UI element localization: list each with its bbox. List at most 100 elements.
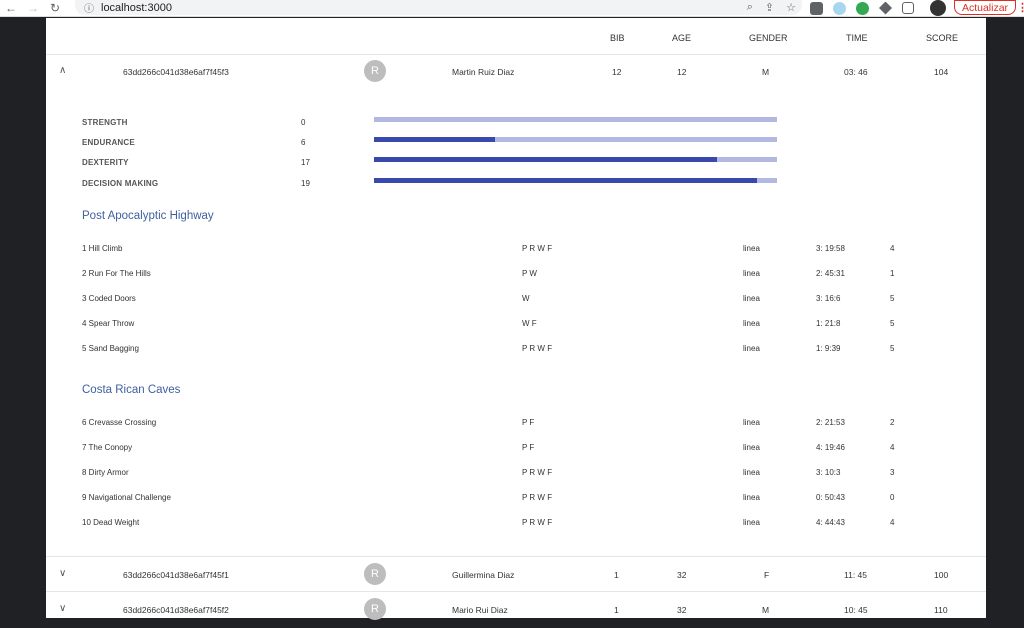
- participant-age: 12: [677, 67, 687, 77]
- task-type: linea: [743, 518, 760, 527]
- participant-time: 10: 45: [844, 605, 868, 615]
- task-name: 2 Run For The Hills: [82, 269, 151, 278]
- address-bar[interactable]: ⓘ localhost:3000 ⌕ ⇪ ☆: [75, 0, 802, 15]
- task-score: 2: [890, 418, 895, 427]
- side-panel-icon[interactable]: [902, 2, 914, 14]
- puzzle-icon[interactable]: [879, 1, 892, 15]
- share-icon[interactable]: ⇪: [765, 1, 774, 14]
- task-row: 4 Spear Throw W F linea 1: 21:8 5: [46, 319, 986, 333]
- back-icon[interactable]: ←: [0, 0, 22, 16]
- participant-name: Martin Ruiz Diaz: [452, 67, 515, 77]
- header-age[interactable]: AGE: [672, 33, 691, 43]
- task-score: 1: [890, 269, 895, 278]
- header-gender[interactable]: GENDER: [749, 33, 788, 43]
- section-title: Costa Rican Caves: [82, 384, 181, 396]
- task-flags: W F: [522, 319, 537, 328]
- table-row-expanded[interactable]: ∧ 63dd266c041d38e6af7f45f3 R Martin Ruiz…: [46, 54, 986, 90]
- task-time: 1: 21:8: [816, 319, 841, 328]
- chevron-down-icon[interactable]: ∨: [59, 569, 69, 579]
- task-time: 3: 19:58: [816, 244, 845, 253]
- task-name: 6 Crevasse Crossing: [82, 418, 157, 427]
- update-button[interactable]: Actualizar: [954, 0, 1016, 15]
- participant-gender: M: [762, 67, 770, 77]
- profile-avatar[interactable]: [930, 0, 946, 16]
- task-name: 3 Coded Doors: [82, 294, 136, 303]
- task-type: linea: [743, 269, 760, 278]
- task-flags: W: [522, 294, 530, 303]
- participant-id: 63dd266c041d38e6af7f45f1: [123, 570, 229, 580]
- header-bib[interactable]: BIB: [610, 33, 625, 43]
- participant-name: Guillermina Diaz: [452, 570, 515, 580]
- task-flags: P R W F: [522, 344, 553, 353]
- participant-score: 104: [934, 67, 949, 77]
- extension-icon[interactable]: [833, 1, 846, 15]
- task-name: 5 Sand Bagging: [82, 344, 139, 353]
- stat-value: 19: [301, 179, 310, 188]
- zoom-icon[interactable]: ⌕: [747, 1, 753, 14]
- star-icon[interactable]: ☆: [786, 1, 796, 14]
- task-row: 2 Run For The Hills P W linea 2: 45:31 1: [46, 269, 986, 283]
- header-score[interactable]: SCORE: [926, 33, 958, 43]
- task-name: 1 Hill Climb: [82, 244, 123, 253]
- task-time: 2: 45:31: [816, 269, 845, 278]
- task-score: 5: [890, 344, 895, 353]
- results-panel: BIB AGE GENDER TIME SCORE ∧ 63dd266c041d…: [46, 18, 986, 620]
- menu-icon[interactable]: ⋮: [1017, 1, 1024, 14]
- participant-bib: 1: [614, 605, 619, 615]
- task-score: 4: [890, 518, 895, 527]
- forward-icon[interactable]: →: [22, 0, 44, 16]
- task-time: 0: 50:43: [816, 493, 845, 502]
- task-row: 10 Dead Weight P R W F linea 4: 44:43 4: [46, 518, 986, 532]
- task-row: 9 Navigational Challenge P R W F linea 0…: [46, 493, 986, 507]
- participant-id: 63dd266c041d38e6af7f45f2: [123, 605, 229, 615]
- chevron-up-icon[interactable]: ∧: [59, 66, 69, 76]
- chevron-down-icon[interactable]: ∨: [59, 604, 69, 614]
- reload-icon[interactable]: ↻: [44, 0, 66, 16]
- stat-label: DEXTERITY: [82, 158, 129, 167]
- task-flags: P R W F: [522, 518, 553, 527]
- avatar: R: [364, 598, 386, 620]
- task-type: linea: [743, 294, 760, 303]
- participant-name: Mario Rui Diaz: [452, 605, 508, 615]
- extension-icon[interactable]: [856, 1, 869, 15]
- task-name: 10 Dead Weight: [82, 518, 140, 527]
- header-time[interactable]: TIME: [846, 33, 868, 43]
- stat-label: DECISION MAKING: [82, 179, 159, 188]
- table-row[interactable]: ∨ 63dd266c041d38e6af7f45f1 R Guillermina…: [46, 556, 986, 593]
- section-title: Post Apocalyptic Highway: [82, 210, 214, 222]
- task-type: linea: [743, 344, 760, 353]
- participant-age: 32: [677, 570, 687, 580]
- browser-toolbar: ← → ↻ ⓘ localhost:3000 ⌕ ⇪ ☆ Actualizar …: [0, 0, 1024, 17]
- participant-age: 32: [677, 605, 687, 615]
- site-info-icon[interactable]: ⓘ: [81, 1, 97, 15]
- table-row[interactable]: ∨ 63dd266c041d38e6af7f45f2 R Mario Rui D…: [46, 591, 986, 628]
- task-flags: P F: [522, 418, 535, 427]
- stat-value: 17: [301, 158, 310, 167]
- task-time: 2: 21:53: [816, 418, 845, 427]
- task-flags: P R W F: [522, 468, 553, 477]
- task-type: linea: [743, 418, 760, 427]
- task-row: 5 Sand Bagging P R W F linea 1: 9:39 5: [46, 344, 986, 358]
- task-row: 3 Coded Doors W linea 3: 16:6 5: [46, 294, 986, 308]
- task-name: 4 Spear Throw: [82, 319, 135, 328]
- extension-icon[interactable]: [810, 1, 823, 15]
- task-score: 4: [890, 244, 895, 253]
- url-text[interactable]: localhost:3000: [101, 2, 172, 14]
- task-flags: P W: [522, 269, 537, 278]
- task-type: linea: [743, 493, 760, 502]
- stat-bar: [374, 157, 777, 162]
- participant-bib: 1: [614, 570, 619, 580]
- stat-bar: [374, 137, 777, 142]
- participant-id: 63dd266c041d38e6af7f45f3: [123, 67, 229, 77]
- task-type: linea: [743, 468, 760, 477]
- stat-label: ENDURANCE: [82, 138, 135, 147]
- task-row: 8 Dirty Armor P R W F linea 3: 10:3 3: [46, 468, 986, 482]
- task-row: 1 Hill Climb P R W F linea 3: 19:58 4: [46, 244, 986, 258]
- participant-time: 11: 45: [844, 570, 868, 580]
- task-time: 3: 10:3: [816, 468, 841, 477]
- task-time: 3: 16:6: [816, 294, 841, 303]
- avatar: R: [364, 563, 386, 585]
- avatar: R: [364, 60, 386, 82]
- task-name: 7 The Conopy: [82, 443, 133, 452]
- stat-label: STRENGTH: [82, 118, 128, 127]
